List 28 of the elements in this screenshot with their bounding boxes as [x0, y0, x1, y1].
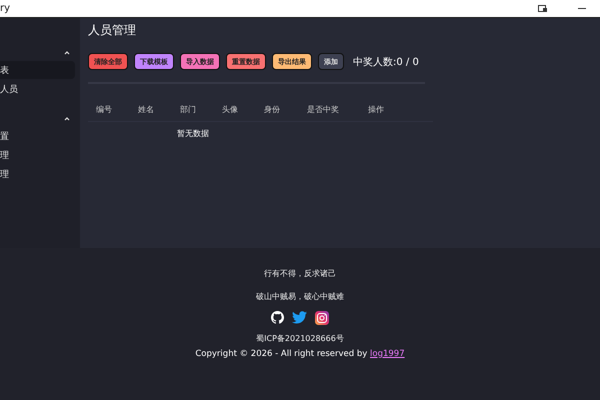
column-header: 编号	[96, 104, 113, 115]
chevron-icon[interactable]	[64, 117, 70, 121]
github-icon[interactable]	[271, 311, 284, 324]
column-header: 身份	[264, 104, 281, 115]
window-icon[interactable]	[538, 4, 548, 12]
footer-quote: 破山中贼易，破心中贼难	[256, 291, 344, 302]
sidebar-item[interactable]: 人员	[0, 80, 75, 98]
column-header: 部门	[180, 104, 197, 115]
page-title: 人员管理	[88, 22, 137, 39]
minimize-icon[interactable]	[578, 8, 586, 10]
sidebar-item[interactable]: 理	[0, 165, 75, 183]
column-header: 操作	[368, 104, 385, 115]
chevron-icon[interactable]	[64, 51, 70, 55]
empty-message: 暂无数据	[177, 128, 210, 139]
sidebar-item[interactable]: 置	[0, 127, 75, 145]
camera-icon[interactable]	[315, 311, 329, 325]
bird-icon[interactable]	[292, 311, 307, 324]
column-header: 姓名	[138, 104, 155, 115]
footer-quote: 行有不得，反求诸己	[264, 268, 336, 279]
winner-count: 中奖人数:0 / 0	[353, 56, 419, 68]
icp-text: 蜀ICP备2021028666号	[256, 333, 344, 344]
column-header: 头像	[222, 104, 239, 115]
author-link[interactable]: log1997	[370, 349, 405, 359]
copyright-text: Copyright © 2026 - All right reserved by log1997	[195, 349, 405, 359]
column-header: 是否中奖	[307, 104, 340, 115]
window-title: ry	[0, 3, 10, 14]
sidebar-item[interactable]: 理	[0, 146, 75, 164]
sidebar-item[interactable]: 表	[0, 61, 75, 79]
